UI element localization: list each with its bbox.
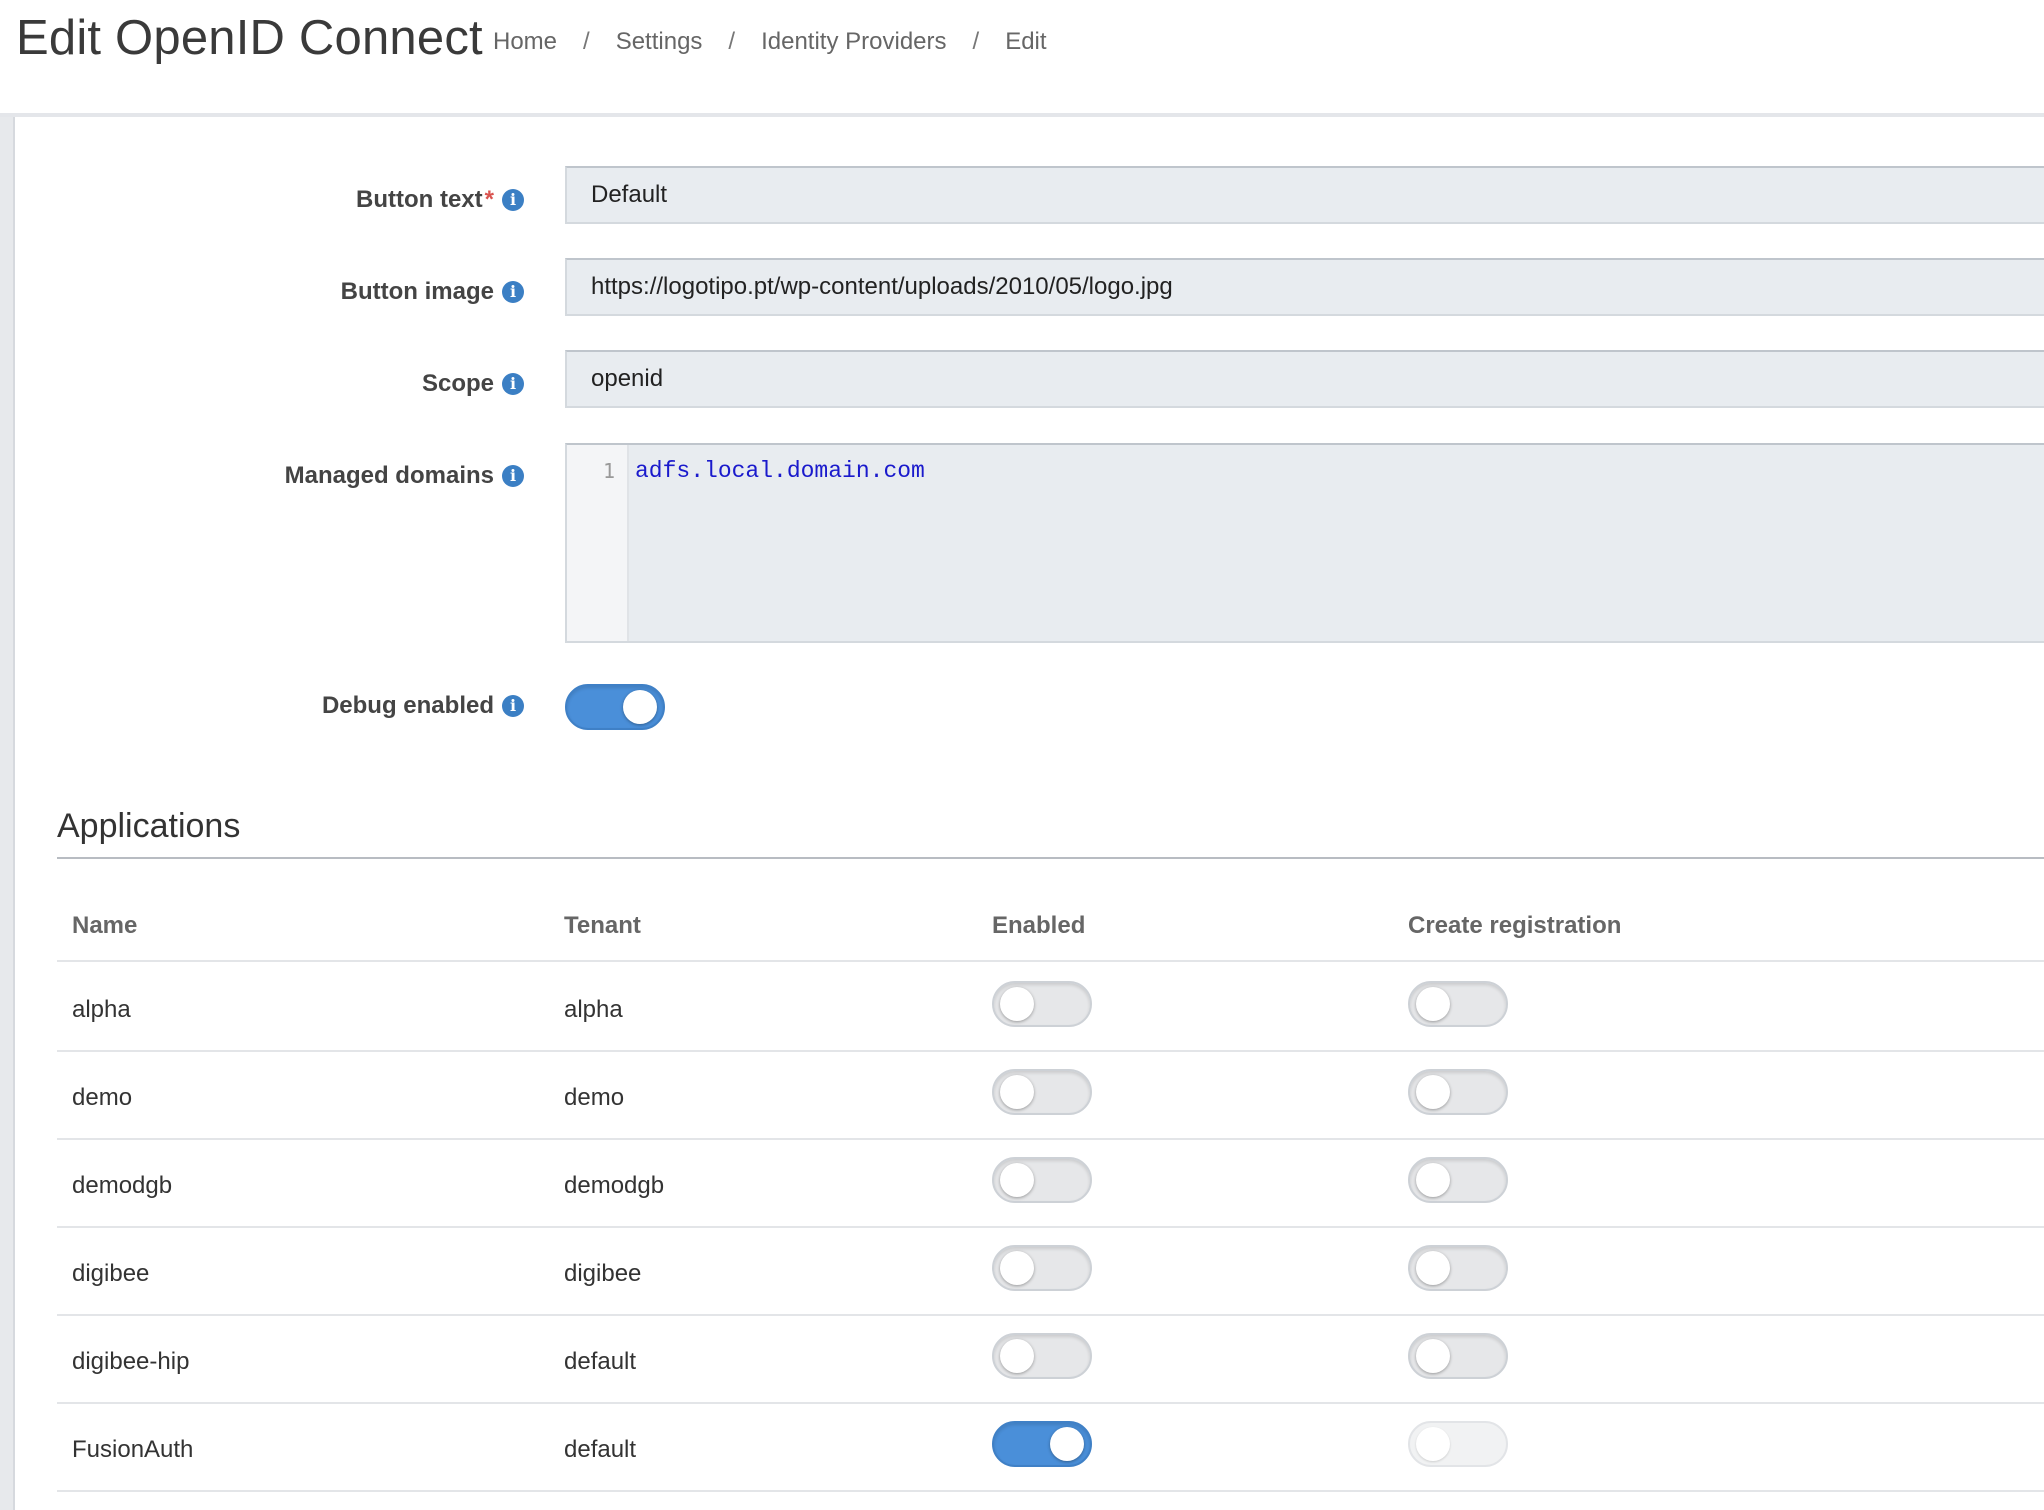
- application-name: alpha: [72, 996, 131, 1023]
- required-mark: *: [484, 186, 494, 213]
- toggle-knob: [623, 690, 657, 724]
- toggle-knob: [1000, 1339, 1034, 1373]
- enabled-toggle[interactable]: [992, 1245, 1092, 1291]
- toggle-knob: [1000, 1251, 1034, 1285]
- application-tenant: demodgb: [564, 1172, 665, 1199]
- button-image-input[interactable]: https://logotipo.pt/wp-content/uploads/2…: [565, 258, 2044, 316]
- page-title: Edit OpenID Connect: [16, 11, 483, 65]
- toggle-knob: [1416, 1427, 1450, 1461]
- create-registration-toggle[interactable]: [1408, 1245, 1508, 1291]
- managed-domains-code-line[interactable]: adfs.local.domain.com: [629, 445, 925, 641]
- button-text-input[interactable]: Default: [565, 166, 2044, 224]
- table-row: digibee-hip default: [57, 1316, 2044, 1404]
- toggle-knob: [1416, 1075, 1450, 1109]
- section-divider: [57, 857, 2044, 859]
- breadcrumb: Home / Settings / Identity Providers / E…: [493, 28, 1047, 56]
- managed-domains-label: Managed domains i: [285, 462, 524, 490]
- enabled-toggle[interactable]: [992, 1421, 1092, 1467]
- application-tenant: default: [564, 1436, 637, 1463]
- button-text-label: Button text * i: [356, 186, 524, 214]
- left-rail: [0, 117, 15, 1510]
- enabled-toggle[interactable]: [992, 1157, 1092, 1203]
- create-registration-toggle[interactable]: [1408, 1333, 1508, 1379]
- application-name: digibee: [72, 1260, 150, 1287]
- managed-domains-editor[interactable]: 1 adfs.local.domain.com: [565, 443, 2044, 643]
- info-circle-icon[interactable]: i: [502, 281, 524, 303]
- application-tenant: demo: [564, 1084, 625, 1111]
- table-row: demodgb demodgb: [57, 1140, 2044, 1228]
- column-header-tenant: Tenant: [564, 912, 641, 939]
- application-name: demo: [72, 1084, 133, 1111]
- column-header-enabled: Enabled: [992, 912, 1086, 939]
- create-registration-toggle[interactable]: [1408, 1069, 1508, 1115]
- scope-label: Scope i: [422, 370, 524, 398]
- application-tenant: digibee: [564, 1260, 642, 1287]
- application-tenant: alpha: [564, 996, 623, 1023]
- scope-input[interactable]: openid: [565, 350, 2044, 408]
- application-name: demodgb: [72, 1172, 173, 1199]
- info-circle-icon[interactable]: i: [502, 695, 524, 717]
- enabled-toggle[interactable]: [992, 981, 1092, 1027]
- table-row: digibee digibee: [57, 1228, 2044, 1316]
- toggle-knob: [1416, 987, 1450, 1021]
- breadcrumb-identity-providers[interactable]: Identity Providers: [761, 28, 946, 56]
- toggle-knob: [1000, 987, 1034, 1021]
- column-header-create-registration: Create registration: [1408, 912, 1622, 939]
- enabled-toggle[interactable]: [992, 1333, 1092, 1379]
- table-row: alpha alpha: [57, 964, 2044, 1052]
- toggle-knob: [1000, 1075, 1034, 1109]
- create-registration-toggle[interactable]: [1408, 981, 1508, 1027]
- table-row: FusionAuth default: [57, 1404, 2044, 1492]
- applications-title: Applications: [57, 807, 241, 845]
- enabled-toggle[interactable]: [992, 1069, 1092, 1115]
- toggle-knob: [1416, 1339, 1450, 1373]
- application-tenant: default: [564, 1348, 637, 1375]
- debug-enabled-toggle[interactable]: [565, 684, 665, 730]
- info-circle-icon[interactable]: i: [502, 189, 524, 211]
- toggle-knob: [1050, 1427, 1084, 1461]
- application-name: digibee-hip: [72, 1348, 190, 1375]
- button-image-label: Button image i: [341, 278, 524, 306]
- toggle-knob: [1416, 1163, 1450, 1197]
- breadcrumb-home[interactable]: Home: [493, 28, 557, 56]
- breadcrumb-settings[interactable]: Settings: [616, 28, 703, 56]
- column-header-name: Name: [72, 912, 138, 939]
- create-registration-toggle[interactable]: [1408, 1157, 1508, 1203]
- breadcrumb-separator: /: [972, 28, 980, 55]
- line-number-gutter: 1: [567, 445, 629, 641]
- breadcrumb-separator: /: [583, 28, 590, 55]
- create-registration-toggle: [1408, 1421, 1508, 1467]
- debug-enabled-label: Debug enabled i: [322, 692, 524, 720]
- breadcrumb-separator: /: [728, 28, 736, 55]
- breadcrumb-edit: Edit: [1005, 28, 1047, 55]
- table-row: demo demo: [57, 1052, 2044, 1140]
- info-circle-icon[interactable]: i: [502, 373, 524, 395]
- page-header: Edit OpenID Connect Home / Settings / Id…: [0, 0, 2044, 117]
- application-name: FusionAuth: [72, 1436, 194, 1463]
- table-header-row: Name Tenant Enabled Create registration: [57, 880, 2044, 962]
- toggle-knob: [1000, 1163, 1034, 1197]
- toggle-knob: [1416, 1251, 1450, 1285]
- info-circle-icon[interactable]: i: [502, 465, 524, 487]
